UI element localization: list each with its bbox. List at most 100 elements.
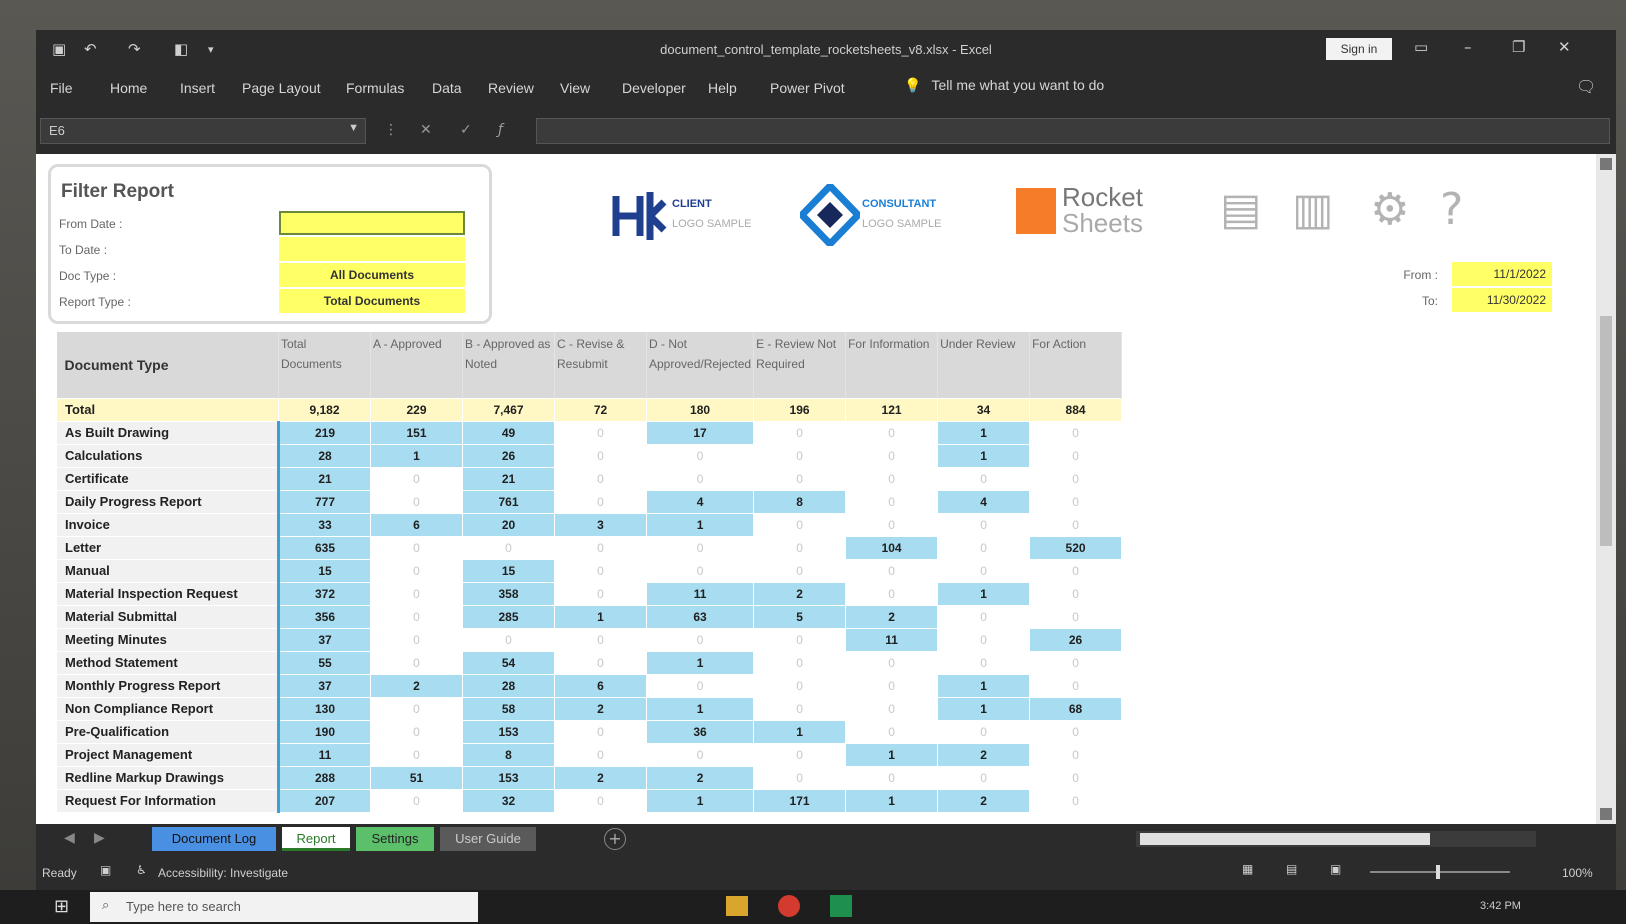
count-cell[interactable]: 104 [845, 535, 939, 560]
row-document-type[interactable]: Calculations [56, 443, 279, 468]
total-cell[interactable]: 121 [845, 397, 939, 422]
count-cell[interactable]: 1 [645, 788, 755, 813]
count-cell[interactable]: 0 [937, 604, 1031, 629]
row-document-type[interactable]: As Built Drawing [56, 420, 279, 445]
count-cell[interactable]: 1 [937, 420, 1031, 445]
row-document-type[interactable]: Monthly Progress Report [56, 673, 279, 698]
row-document-type[interactable]: Material Inspection Request [56, 581, 279, 606]
total-cell[interactable]: 34 [937, 397, 1031, 422]
row-document-type[interactable]: Invoice [56, 512, 279, 537]
tab-help[interactable]: Help [708, 80, 737, 96]
count-cell[interactable]: 0 [1029, 466, 1123, 491]
tab-home[interactable]: Home [110, 80, 147, 96]
count-cell[interactable]: 0 [1029, 742, 1123, 767]
total-documents-cell[interactable]: 55 [277, 650, 371, 675]
windows-start-icon[interactable]: ⊞ [54, 896, 69, 917]
count-cell[interactable]: 6 [554, 673, 647, 698]
row-document-type[interactable]: Letter [56, 535, 279, 560]
count-cell[interactable]: 1 [370, 443, 463, 468]
count-cell[interactable]: 0 [753, 765, 847, 790]
tab-page-layout[interactable]: Page Layout [242, 80, 321, 96]
count-cell[interactable]: 0 [645, 558, 755, 583]
row-document-type[interactable]: Meeting Minutes [56, 627, 279, 652]
count-cell[interactable]: 0 [753, 512, 847, 537]
count-cell[interactable]: 0 [845, 696, 939, 721]
count-cell[interactable]: 0 [370, 581, 463, 606]
count-cell[interactable]: 0 [845, 719, 939, 744]
total-cell[interactable]: 9,182 [278, 397, 371, 422]
count-cell[interactable]: 0 [370, 719, 463, 744]
count-cell[interactable]: 171 [753, 788, 847, 813]
count-cell[interactable]: 0 [937, 535, 1031, 560]
row-document-type[interactable]: Material Submittal [56, 604, 279, 629]
count-cell[interactable]: 0 [845, 673, 939, 698]
zoom-slider-thumb[interactable] [1436, 865, 1440, 879]
row-document-type[interactable]: Non Compliance Report [56, 696, 279, 721]
report-type-select[interactable]: Total Documents [279, 289, 465, 313]
insert-function-icon[interactable]: ƒ [498, 122, 503, 138]
total-documents-cell[interactable]: 219 [277, 420, 371, 445]
vertical-scrollbar[interactable] [1596, 154, 1616, 824]
count-cell[interactable]: 5 [753, 604, 847, 629]
count-cell[interactable]: 0 [1029, 581, 1123, 606]
count-cell[interactable]: 2 [554, 696, 647, 721]
count-cell[interactable]: 0 [645, 673, 755, 698]
total-cell[interactable]: 196 [753, 397, 847, 422]
count-cell[interactable]: 0 [645, 627, 755, 652]
count-cell[interactable]: 0 [1029, 512, 1123, 537]
tab-insert[interactable]: Insert [180, 80, 215, 96]
count-cell[interactable]: 6 [370, 512, 463, 537]
prev-sheet-icon[interactable]: ◀ [64, 830, 75, 846]
count-cell[interactable]: 0 [370, 650, 463, 675]
sheet-tab-report[interactable]: Report [282, 827, 350, 851]
count-cell[interactable]: 0 [1029, 604, 1123, 629]
count-cell[interactable]: 8 [753, 489, 847, 514]
count-cell[interactable]: 0 [937, 650, 1031, 675]
count-cell[interactable]: 0 [937, 512, 1031, 537]
zoom-slider[interactable] [1370, 865, 1510, 879]
count-cell[interactable]: 8 [462, 742, 555, 767]
sign-in-button[interactable]: Sign in [1326, 38, 1392, 60]
browser-icon[interactable] [778, 895, 800, 917]
name-box[interactable]: E6 ▼ [40, 118, 366, 144]
row-document-type[interactable]: Project Management [56, 742, 279, 767]
count-cell[interactable]: 0 [370, 489, 463, 514]
count-cell[interactable]: 63 [645, 604, 755, 629]
count-cell[interactable]: 0 [554, 581, 647, 606]
count-cell[interactable]: 2 [937, 742, 1031, 767]
count-cell[interactable]: 3 [554, 512, 647, 537]
count-cell[interactable]: 26 [1029, 627, 1123, 652]
total-documents-cell[interactable]: 356 [277, 604, 371, 629]
count-cell[interactable]: 0 [937, 466, 1031, 491]
count-cell[interactable]: 1 [645, 696, 755, 721]
count-cell[interactable]: 1 [845, 788, 939, 813]
next-sheet-icon[interactable]: ▶ [94, 830, 105, 846]
total-documents-cell[interactable]: 130 [277, 696, 371, 721]
count-cell[interactable]: 54 [462, 650, 555, 675]
count-cell[interactable]: 2 [645, 765, 755, 790]
count-cell[interactable]: 0 [1029, 719, 1123, 744]
count-cell[interactable]: 0 [645, 466, 755, 491]
tab-formulas[interactable]: Formulas [346, 80, 404, 96]
count-cell[interactable]: 358 [462, 581, 555, 606]
count-cell[interactable]: 0 [753, 558, 847, 583]
count-cell[interactable]: 0 [845, 558, 939, 583]
horizontal-scroll-thumb[interactable] [1140, 833, 1430, 845]
count-cell[interactable]: 0 [937, 765, 1031, 790]
count-cell[interactable]: 0 [845, 489, 939, 514]
count-cell[interactable]: 0 [554, 742, 647, 767]
count-cell[interactable]: 1 [937, 443, 1031, 468]
total-documents-cell[interactable]: 37 [277, 627, 371, 652]
close-icon[interactable]: ✕ [1558, 38, 1571, 56]
count-cell[interactable]: 0 [645, 443, 755, 468]
count-cell[interactable]: 153 [462, 765, 555, 790]
help-question-icon[interactable]: ? [1440, 184, 1463, 235]
sheet-tab-document-log[interactable]: Document Log [152, 827, 276, 851]
count-cell[interactable]: 49 [462, 420, 555, 445]
total-cell[interactable]: 229 [370, 397, 463, 422]
count-cell[interactable]: 1 [645, 650, 755, 675]
to-date-input[interactable] [279, 237, 465, 261]
row-document-type[interactable]: Method Statement [56, 650, 279, 675]
zoom-level[interactable]: 100% [1562, 866, 1593, 880]
count-cell[interactable]: 0 [462, 627, 555, 652]
